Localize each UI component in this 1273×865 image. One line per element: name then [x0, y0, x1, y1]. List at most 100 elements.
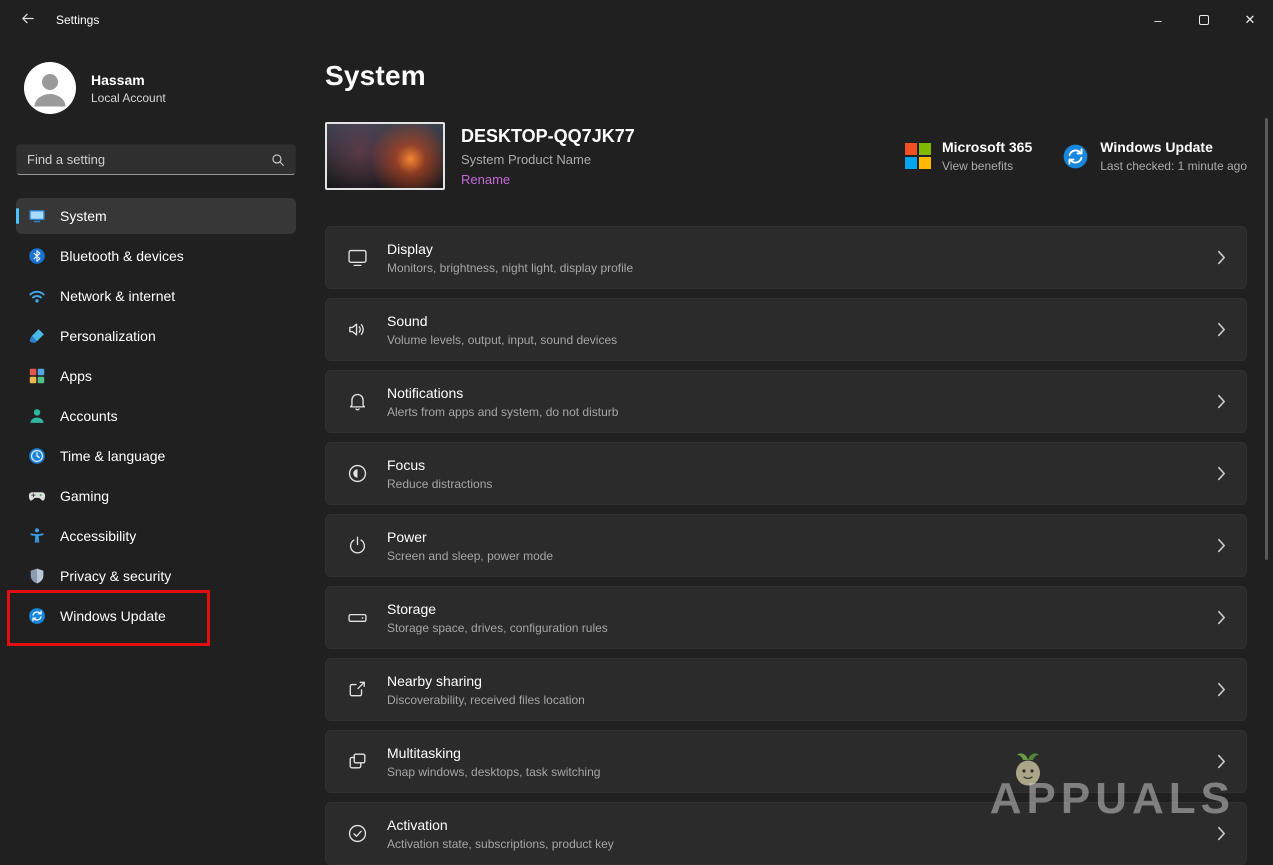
display-icon: [346, 246, 369, 269]
quick-link-subtitle: Last checked: 1 minute ago: [1100, 159, 1247, 173]
windows-update-icon: [28, 607, 46, 625]
sidebar-item-accounts[interactable]: Accounts: [16, 398, 296, 434]
settings-card-activation[interactable]: Activation Activation state, subscriptio…: [325, 802, 1247, 865]
sidebar-item-label: Network & internet: [60, 288, 176, 304]
chevron-right-icon: [1217, 682, 1226, 697]
sidebar-item-gaming[interactable]: Gaming: [16, 478, 296, 514]
card-title: Storage: [387, 600, 437, 617]
sidebar-item-label: Bluetooth & devices: [60, 248, 184, 264]
activation-icon: [346, 822, 369, 845]
card-subtitle: Monitors, brightness, night light, displ…: [387, 260, 634, 275]
multitasking-icon: [346, 750, 369, 773]
sidebar-item-privacy-security[interactable]: Privacy & security: [16, 558, 296, 594]
settings-card-focus[interactable]: Focus Reduce distractions: [325, 442, 1247, 505]
card-title: Nearby sharing: [387, 672, 482, 689]
minimize-button[interactable]: –: [1135, 0, 1181, 40]
power-icon: [346, 534, 369, 557]
card-subtitle: Snap windows, desktops, task switching: [387, 764, 601, 779]
settings-card-notifications[interactable]: Notifications Alerts from apps and syste…: [325, 370, 1247, 433]
search-box[interactable]: [16, 144, 296, 175]
sidebar-item-apps[interactable]: Apps: [16, 358, 296, 394]
privacy-security-icon: [28, 567, 46, 585]
sidebar-item-network-internet[interactable]: Network & internet: [16, 278, 296, 314]
sidebar-item-windows-update[interactable]: Windows Update: [16, 598, 296, 634]
sidebar: Hassam Local Account System Bluetooth & …: [0, 40, 312, 864]
page-title: System: [325, 60, 426, 91]
personalization-icon: [28, 327, 46, 345]
settings-card-storage[interactable]: Storage Storage space, drives, configura…: [325, 586, 1247, 649]
chevron-right-icon: [1217, 466, 1226, 481]
sidebar-item-label: Accessibility: [60, 528, 137, 544]
sidebar-item-bluetooth-devices[interactable]: Bluetooth & devices: [16, 238, 296, 274]
card-title: Power: [387, 528, 427, 545]
titlebar: Settings – ✕: [0, 0, 1273, 40]
card-subtitle: Screen and sleep, power mode: [387, 548, 554, 563]
windows-update-status-block[interactable]: Windows Update Last checked: 1 minute ag…: [1062, 139, 1247, 173]
chevron-right-icon: [1217, 754, 1226, 769]
card-title: Multitasking: [387, 744, 461, 761]
card-title: Focus: [387, 456, 426, 473]
system-icon: [28, 207, 46, 225]
gaming-icon: [28, 487, 46, 505]
chevron-right-icon: [1217, 826, 1226, 841]
settings-card-nearby-sharing[interactable]: Nearby sharing Discoverability, received…: [325, 658, 1247, 721]
settings-card-display[interactable]: Display Monitors, brightness, night ligh…: [325, 226, 1247, 289]
card-title: Notifications: [387, 384, 464, 401]
main-content: System DESKTOP-QQ7JK77 System Product Na…: [325, 40, 1247, 865]
microsoft-365-icon: [904, 143, 931, 169]
settings-card-list: Display Monitors, brightness, night ligh…: [325, 226, 1247, 865]
nearby-sharing-icon: [346, 678, 369, 701]
user-account-block[interactable]: Hassam Local Account: [0, 40, 312, 114]
sidebar-item-personalization[interactable]: Personalization: [16, 318, 296, 354]
close-button[interactable]: ✕: [1227, 0, 1273, 40]
close-icon: ✕: [1244, 12, 1256, 27]
vertical-scrollbar[interactable]: [1265, 118, 1268, 560]
card-subtitle: Discoverability, received files location: [387, 692, 585, 707]
sidebar-nav: System Bluetooth & devices Network & int…: [0, 198, 312, 634]
device-name: DESKTOP-QQ7JK77: [461, 125, 635, 146]
search-icon: [271, 153, 285, 167]
window-controls: – ✕: [1135, 0, 1273, 40]
avatar: [24, 62, 76, 114]
quick-link-title: Windows Update: [1100, 139, 1213, 155]
sidebar-item-label: System: [60, 208, 107, 224]
card-title: Display: [387, 240, 433, 257]
quick-link-title: Microsoft 365: [941, 139, 1033, 155]
device-wallpaper-thumbnail: [325, 122, 445, 190]
back-button[interactable]: [8, 3, 46, 37]
back-arrow-icon: [20, 11, 35, 29]
rename-link[interactable]: Rename: [461, 172, 635, 187]
settings-card-multitasking[interactable]: Multitasking Snap windows, desktops, tas…: [325, 730, 1247, 793]
focus-icon: [346, 462, 369, 485]
sidebar-item-label: Windows Update: [60, 608, 166, 624]
apps-icon: [28, 367, 46, 385]
maximize-button[interactable]: [1181, 0, 1227, 40]
accessibility-icon: [28, 527, 46, 545]
chevron-right-icon: [1217, 394, 1226, 409]
bluetooth-icon: [28, 247, 46, 265]
sidebar-item-label: Accounts: [60, 408, 118, 424]
sidebar-item-time-language[interactable]: Time & language: [16, 438, 296, 474]
settings-card-power[interactable]: Power Screen and sleep, power mode: [325, 514, 1247, 577]
window-title: Settings: [56, 13, 100, 27]
search-input[interactable]: [27, 152, 271, 167]
chevron-right-icon: [1217, 322, 1226, 337]
sidebar-item-system[interactable]: System: [16, 198, 296, 234]
card-subtitle: Storage space, drives, configuration rul…: [387, 620, 608, 635]
settings-window: { "colors": { "page_background": "#20202…: [0, 0, 1273, 865]
settings-card-sound[interactable]: Sound Volume levels, output, input, soun…: [325, 298, 1247, 361]
sidebar-item-accessibility[interactable]: Accessibility: [16, 518, 296, 554]
storage-icon: [346, 606, 369, 629]
time-language-icon: [28, 447, 46, 465]
chevron-right-icon: [1217, 610, 1226, 625]
chevron-right-icon: [1217, 250, 1226, 265]
card-subtitle: Alerts from apps and system, do not dist…: [387, 404, 619, 419]
maximize-icon: [1199, 15, 1209, 25]
sidebar-item-label: Personalization: [60, 328, 156, 344]
microsoft-365-block[interactable]: Microsoft 365 View benefits: [904, 139, 1033, 173]
device-header: DESKTOP-QQ7JK77 System Product Name Rena…: [325, 122, 1247, 190]
sidebar-item-label: Time & language: [60, 448, 166, 464]
card-title: Activation: [387, 816, 448, 833]
sidebar-item-label: Apps: [60, 368, 92, 384]
accounts-icon: [28, 407, 46, 425]
